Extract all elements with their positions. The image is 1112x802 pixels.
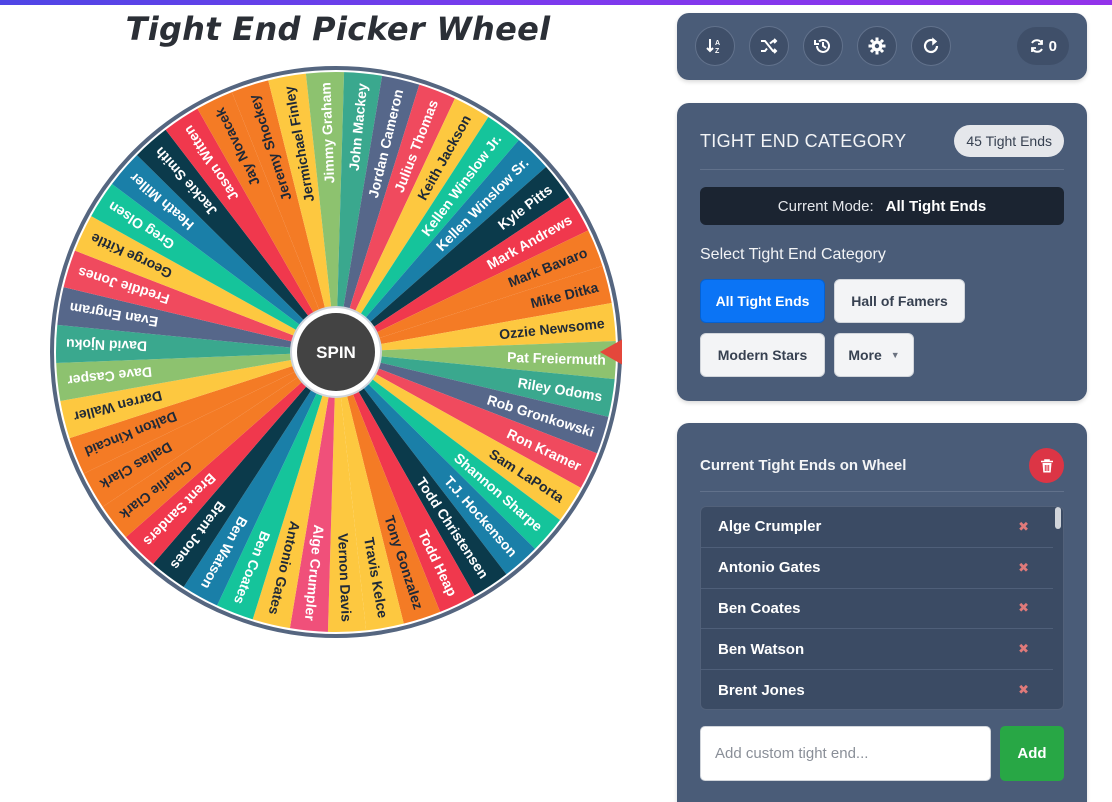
list-item: Ben Coates ✖ (701, 589, 1053, 630)
list-item-name: Brent Jones (718, 681, 805, 699)
list-item-name: Ben Watson (718, 640, 805, 658)
current-mode-bar: Current Mode: All Tight Ends (700, 187, 1064, 225)
trash-icon (1040, 458, 1053, 472)
settings-button[interactable] (857, 26, 897, 66)
more-dropdown-label: More (848, 347, 882, 363)
svg-text:Z: Z (715, 48, 720, 55)
category-panel: TIGHT END CATEGORY 45 Tight Ends Current… (677, 103, 1087, 401)
page-title: Tight End Picker Wheel (125, 10, 551, 48)
list-scrollbar[interactable] (1055, 507, 1061, 529)
list-item-name: Alge Crumpler (718, 518, 822, 536)
remove-icon[interactable]: ✖ (1018, 600, 1029, 616)
list-item: Antonio Gates ✖ (701, 548, 1053, 589)
divider (700, 169, 1064, 170)
remove-icon[interactable]: ✖ (1018, 560, 1029, 576)
caret-down-icon: ▼ (890, 350, 900, 360)
current-mode-label: Current Mode: (777, 197, 874, 215)
spin-count: 0 (1048, 37, 1057, 55)
custom-tight-end-input[interactable] (700, 726, 991, 781)
spin-counter: 0 (1016, 27, 1069, 65)
list-item: Alge Crumpler ✖ (701, 507, 1053, 548)
top-accent-bar (0, 0, 1112, 5)
toolbar-panel: AZ 0 (677, 13, 1087, 80)
remove-icon[interactable]: ✖ (1018, 641, 1029, 657)
spin-button[interactable]: SPIN (290, 306, 382, 398)
wheel-segment-label: David Njoku (66, 336, 147, 354)
reset-icon (923, 37, 939, 54)
divider (700, 491, 1064, 492)
current-mode-value: All Tight Ends (885, 197, 987, 215)
wheel-segment-label: Pat Freiermuth (507, 349, 606, 368)
remove-icon[interactable]: ✖ (1018, 519, 1029, 535)
history-button[interactable] (803, 26, 843, 66)
list-item-name: Ben Coates (718, 599, 801, 617)
shuffle-button[interactable] (749, 26, 789, 66)
select-category-label: Select Tight End Category (700, 246, 886, 263)
svg-text:A: A (715, 40, 720, 47)
all-tight-ends-button[interactable]: All Tight Ends (700, 279, 825, 323)
hall-of-famers-button[interactable]: Hall of Famers (834, 279, 965, 323)
more-dropdown[interactable]: More ▼ (834, 333, 914, 377)
tight-end-list[interactable]: Alge Crumpler ✖ Antonio Gates ✖ Ben Coates… (700, 506, 1064, 710)
modern-stars-button[interactable]: Modern Stars (700, 333, 825, 377)
remove-icon[interactable]: ✖ (1018, 682, 1029, 698)
refresh-icon (1030, 39, 1043, 53)
picker-wheel[interactable]: Mike DitkaOzzie NewsomePat FreiermuthRil… (50, 66, 622, 638)
list-item: Ben Watson ✖ (701, 629, 1053, 671)
current-list-heading: Current Tight Ends on Wheel (700, 457, 907, 474)
shuffle-icon (761, 38, 778, 54)
history-icon (814, 38, 830, 53)
category-heading: TIGHT END CATEGORY (700, 131, 907, 151)
list-item: Brent Jones ✖ (701, 670, 1053, 709)
clear-all-button[interactable] (1029, 448, 1064, 483)
reset-button[interactable] (911, 26, 951, 66)
count-badge: 45 Tight Ends (954, 125, 1064, 157)
current-list-panel: Current Tight Ends on Wheel Alge Crumple… (677, 423, 1087, 802)
spin-button-label: SPIN (316, 343, 356, 362)
sort-icon: AZ (706, 39, 720, 55)
sort-button[interactable]: AZ (695, 26, 735, 66)
add-button[interactable]: Add (1000, 726, 1064, 781)
list-item-name: Antonio Gates (718, 559, 821, 577)
gear-icon (868, 37, 886, 55)
